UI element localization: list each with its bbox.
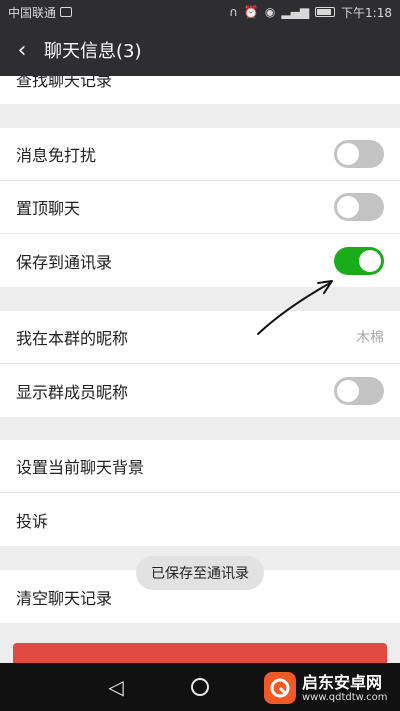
nickname-value: 木棉 bbox=[356, 330, 384, 346]
back-button[interactable]: ‹ bbox=[0, 24, 44, 76]
carrier-label: 中国联通 bbox=[8, 5, 57, 20]
show-names-toggle[interactable] bbox=[334, 376, 384, 405]
save-contacts-label: 保存到通讯录 bbox=[16, 252, 113, 272]
alarm-icon: ⏰ bbox=[243, 5, 259, 19]
background-report-group: 设置当前聊天背景 投诉 bbox=[0, 440, 400, 546]
toggle-knob bbox=[337, 196, 359, 218]
mute-toggle[interactable] bbox=[334, 140, 384, 168]
watermark: 启东安卓网 www.qdtdtw.com bbox=[264, 668, 394, 708]
triangle-back-icon: ◁ bbox=[108, 675, 124, 699]
clear-history-label: 清空聊天记录 bbox=[16, 588, 113, 608]
pin-chat-row[interactable]: 置顶聊天 bbox=[0, 181, 400, 234]
save-contacts-toggle[interactable] bbox=[334, 246, 384, 275]
report-label: 投诉 bbox=[16, 511, 49, 531]
toast-message: 已保存至通讯录 bbox=[136, 556, 264, 590]
mute-label: 消息免打扰 bbox=[16, 146, 97, 165]
watermark-title: 启东安卓网 bbox=[302, 672, 383, 692]
pin-chat-toggle[interactable] bbox=[334, 193, 384, 221]
delete-exit-button[interactable] bbox=[13, 643, 387, 663]
show-names-row[interactable]: 显示群成员昵称 bbox=[0, 364, 400, 417]
save-contacts-row[interactable]: 保存到通讯录 bbox=[0, 234, 400, 287]
toggle-knob bbox=[359, 249, 381, 272]
watermark-logo-icon bbox=[264, 672, 296, 704]
search-group: 查找聊天记录 bbox=[0, 76, 400, 104]
toggle-knob bbox=[337, 143, 359, 165]
pin-chat-label: 置顶聊天 bbox=[16, 199, 81, 218]
back-icon: ‹ bbox=[17, 37, 27, 63]
nickname-row[interactable]: 我在本群的昵称 木棉 bbox=[0, 311, 400, 364]
group-nickname-group: 我在本群的昵称 木棉 显示群成员昵称 bbox=[0, 311, 400, 417]
home-circle-icon bbox=[191, 678, 209, 696]
nav-home-button[interactable] bbox=[188, 675, 212, 699]
page-title: 聊天信息(3) bbox=[44, 41, 142, 62]
report-row[interactable]: 投诉 bbox=[0, 493, 400, 546]
search-history-row[interactable]: 查找聊天记录 bbox=[0, 76, 400, 104]
chat-options-group: 消息免打扰 置顶聊天 保存到通讯录 bbox=[0, 128, 400, 287]
chat-background-label: 设置当前聊天背景 bbox=[16, 458, 145, 477]
nickname-label: 我在本群的昵称 bbox=[16, 329, 129, 348]
toggle-knob bbox=[337, 379, 359, 402]
show-names-label: 显示群成员昵称 bbox=[16, 382, 129, 402]
nav-back-button[interactable]: ◁ bbox=[104, 675, 128, 699]
mute-row[interactable]: 消息免打扰 bbox=[0, 128, 400, 181]
clock: 下午1:18 bbox=[341, 5, 392, 20]
signal-icon: ▂▄▆ bbox=[281, 5, 310, 19]
notification-icon bbox=[60, 7, 73, 17]
chat-background-row[interactable]: 设置当前聊天背景 bbox=[0, 440, 400, 493]
watermark-url: www.qdtdtw.com bbox=[302, 691, 388, 703]
headset-icon: ∩ bbox=[229, 5, 238, 19]
battery-icon bbox=[315, 7, 336, 17]
eye-icon: ◉ bbox=[264, 5, 276, 19]
status-bar: 中国联通 ∩ ⏰ ◉ ▂▄▆ 下午1:18 bbox=[0, 0, 400, 24]
search-history-label: 查找聊天记录 bbox=[16, 76, 113, 90]
title-bar: ‹ 聊天信息(3) bbox=[0, 24, 400, 76]
